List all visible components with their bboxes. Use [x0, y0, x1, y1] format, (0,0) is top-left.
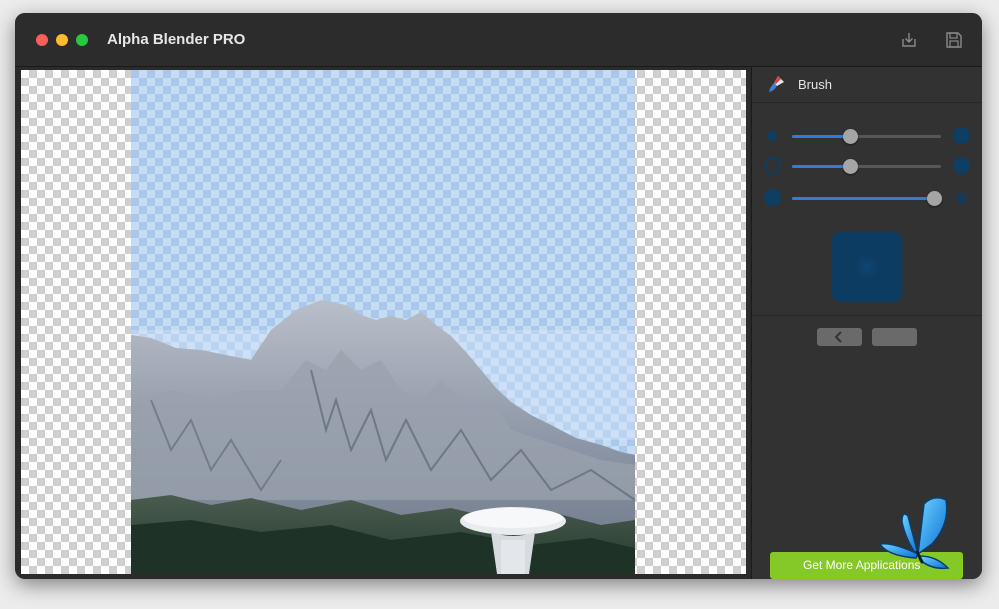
brush-preview — [832, 232, 902, 302]
slider-thumb[interactable] — [843, 129, 859, 144]
brush-size-slider-row — [752, 125, 982, 147]
brush-opacity-slider-row — [752, 187, 982, 209]
size-min-icon — [767, 131, 777, 141]
size-max-icon — [953, 127, 970, 144]
title-bar: Alpha Blender PRO — [15, 13, 982, 67]
photo-layer[interactable] — [131, 70, 635, 574]
tray-download-icon — [902, 33, 916, 47]
brush-icon — [766, 74, 786, 94]
brush-opacity-slider[interactable] — [792, 191, 942, 206]
panel-title: Brush — [798, 77, 832, 92]
brush-softness-slider-row — [752, 155, 982, 177]
mountain-photo — [131, 70, 635, 574]
soft-edge-icon — [953, 157, 970, 174]
next-button[interactable] — [872, 328, 917, 346]
floppy-disk-icon — [946, 32, 962, 48]
opacity-max-icon — [764, 189, 781, 206]
zoom-window-button[interactable] — [76, 34, 88, 46]
previous-button[interactable] — [817, 328, 862, 346]
brush-softness-slider[interactable] — [792, 159, 941, 174]
close-window-button[interactable] — [36, 34, 48, 46]
image-canvas[interactable] — [21, 70, 746, 574]
brush-preview-dot — [855, 255, 879, 279]
panel-header: Brush — [752, 67, 982, 103]
window-title: Alpha Blender PRO — [107, 31, 246, 48]
butterfly-logo-icon[interactable] — [862, 494, 962, 574]
minimize-window-button[interactable] — [56, 34, 68, 46]
opacity-min-icon — [956, 193, 967, 204]
hard-edge-icon — [764, 157, 781, 174]
brush-size-slider[interactable] — [792, 129, 941, 144]
slider-fill — [792, 165, 851, 168]
slider-thumb[interactable] — [843, 159, 859, 174]
app-window: Alpha Blender PRO Brush Get More Applica… — [15, 13, 982, 579]
slider-fill — [792, 197, 934, 200]
import-button[interactable] — [899, 30, 919, 50]
slider-fill — [792, 135, 851, 138]
slider-thumb[interactable] — [926, 191, 942, 206]
chevron-left-icon — [834, 331, 842, 343]
panel-divider — [752, 315, 982, 316]
save-button[interactable] — [944, 30, 964, 50]
